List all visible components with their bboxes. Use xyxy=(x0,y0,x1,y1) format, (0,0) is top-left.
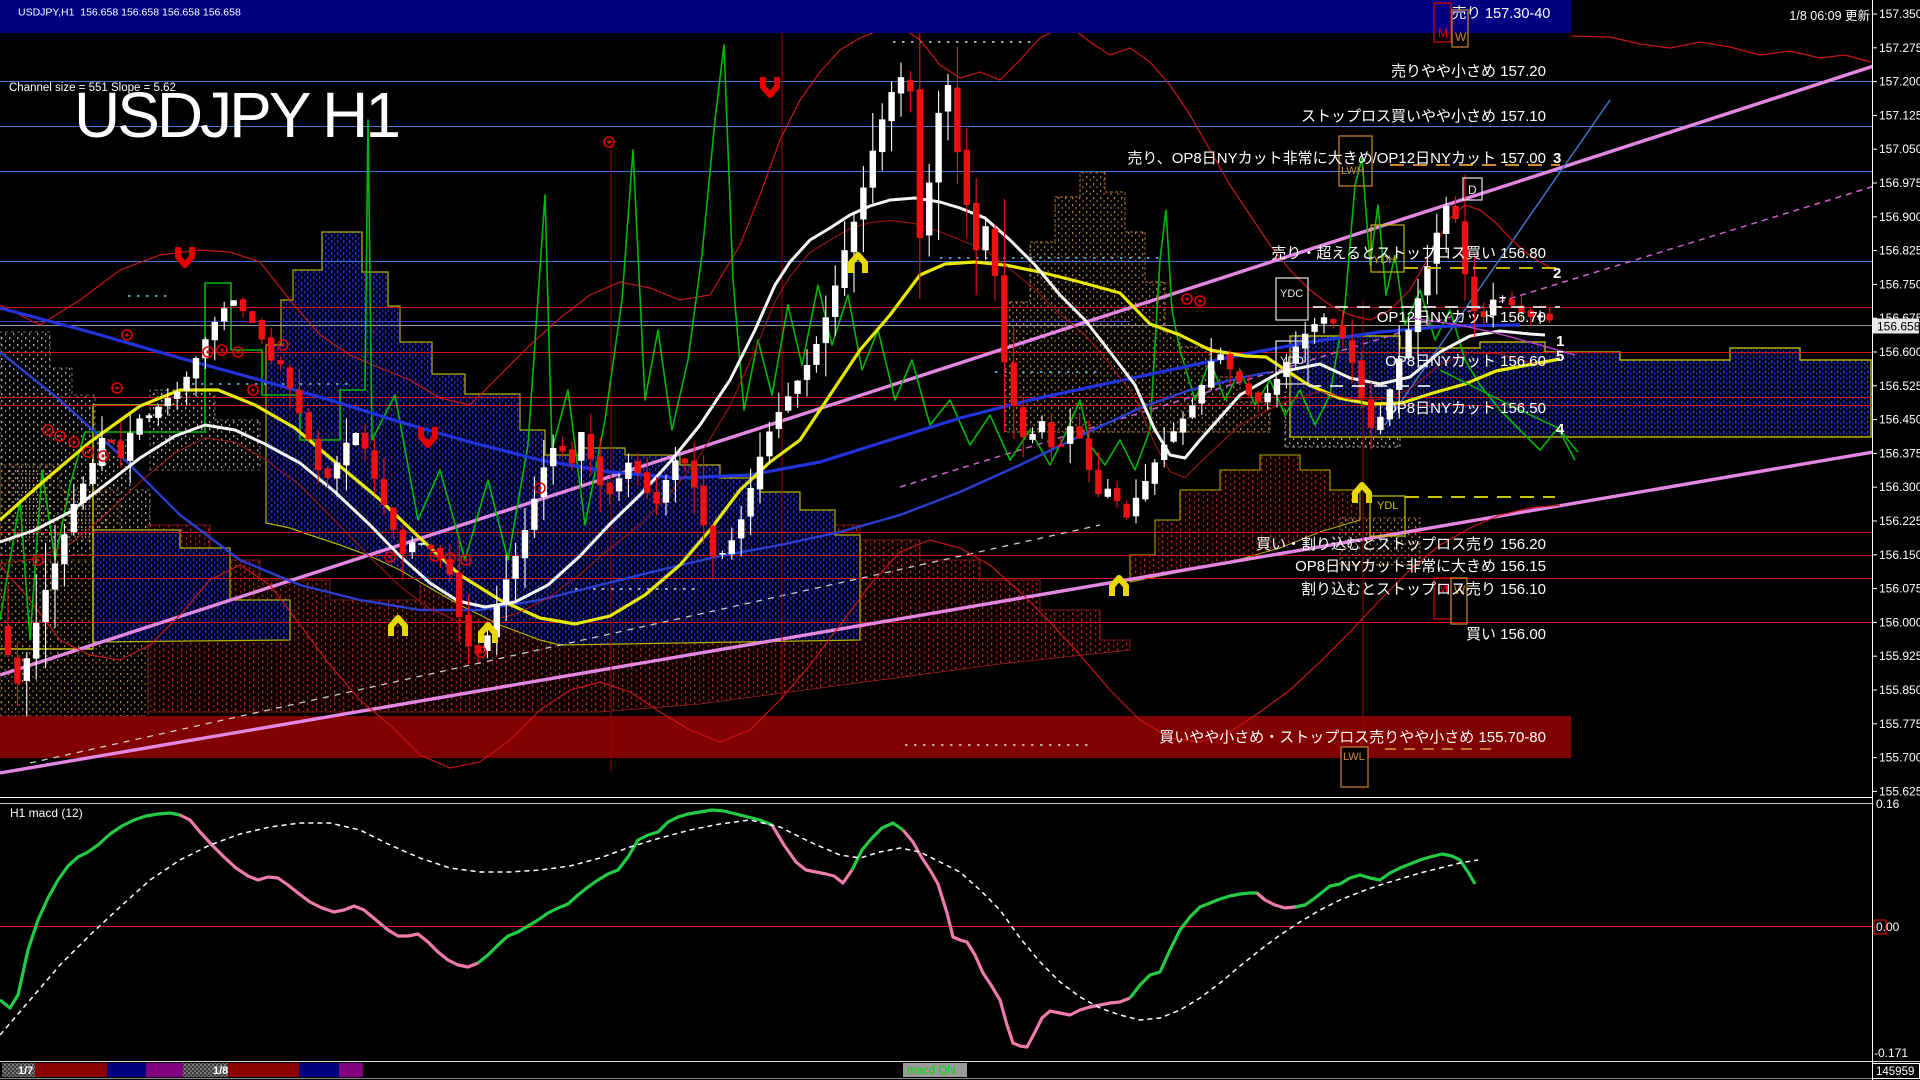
svg-text:1/7: 1/7 xyxy=(18,1065,33,1077)
svg-text:1/8 06:09 更新: 1/8 06:09 更新 xyxy=(1789,8,1870,23)
svg-text:157.275: 157.275 xyxy=(1879,41,1920,55)
svg-text:Channel size = 551 Slope = 5.6: Channel size = 551 Slope = 5.62 xyxy=(9,82,176,94)
svg-text:YDC: YDC xyxy=(1280,288,1303,300)
svg-text:157.350: 157.350 xyxy=(1879,7,1920,21)
svg-text:155.700: 155.700 xyxy=(1879,751,1920,765)
svg-text:YDO: YDO xyxy=(1280,355,1304,367)
svg-text:155.925: 155.925 xyxy=(1879,649,1920,663)
svg-text:157.125: 157.125 xyxy=(1879,108,1920,122)
svg-text:155.775: 155.775 xyxy=(1879,717,1920,731)
svg-text:3: 3 xyxy=(1553,150,1561,167)
svg-text:LWL: LWL xyxy=(1343,751,1365,763)
svg-text:M: M xyxy=(1438,26,1448,40)
svg-text:156.658: 156.658 xyxy=(1877,320,1920,334)
svg-text:155.850: 155.850 xyxy=(1879,683,1920,697)
svg-text:157.200: 157.200 xyxy=(1879,75,1920,89)
svg-text:OP8日NYカット非常に大きめ 156.15: OP8日NYカット非常に大きめ 156.15 xyxy=(1295,558,1546,575)
svg-text:H1 macd (12): H1 macd (12) xyxy=(10,806,83,820)
svg-text:4: 4 xyxy=(1556,421,1565,438)
svg-text:145959: 145959 xyxy=(1876,1066,1914,1078)
svg-text:2: 2 xyxy=(1553,265,1561,282)
svg-text:-0.171: -0.171 xyxy=(1874,1046,1908,1060)
svg-text:5: 5 xyxy=(1556,348,1564,365)
svg-text:D: D xyxy=(1468,183,1477,197)
svg-text:YDL: YDL xyxy=(1377,500,1398,512)
svg-text:売りやや小さめ 157.20: 売りやや小さめ 157.20 xyxy=(1391,63,1546,80)
svg-text:売り・超えるとストップロス買い 156.80: 売り・超えるとストップロス買い 156.80 xyxy=(1271,245,1546,262)
svg-text:0.16: 0.16 xyxy=(1876,797,1900,811)
svg-text:156.225: 156.225 xyxy=(1879,514,1920,528)
svg-text:買い・割り込むとストップロス売り 156.20: 買い・割り込むとストップロス売り 156.20 xyxy=(1256,536,1546,553)
svg-text:156.525: 156.525 xyxy=(1879,379,1920,393)
svg-text:ストップロス買いやや小さめ 157.10: ストップロス買いやや小さめ 157.10 xyxy=(1301,108,1546,125)
svg-text:売り 157.30-40: 売り 157.30-40 xyxy=(1452,5,1550,22)
svg-text:156.600: 156.600 xyxy=(1879,345,1920,359)
svg-text:156.450: 156.450 xyxy=(1879,413,1920,427)
svg-text:157.050: 157.050 xyxy=(1879,142,1920,156)
svg-text:156.150: 156.150 xyxy=(1879,548,1920,562)
svg-text:156.975: 156.975 xyxy=(1879,176,1920,190)
svg-text:W: W xyxy=(1455,30,1467,44)
svg-text:OP12日NYカット 156.70: OP12日NYカット 156.70 xyxy=(1377,309,1546,326)
svg-text:156.750: 156.750 xyxy=(1879,277,1920,291)
svg-text:1/8: 1/8 xyxy=(213,1065,228,1077)
svg-text:USDJPY,H1 156.658 156.658 156: USDJPY,H1 156.658 156.658 156.658 156.65… xyxy=(18,7,241,19)
svg-text:156.900: 156.900 xyxy=(1879,210,1920,224)
svg-text:156.000: 156.000 xyxy=(1879,615,1920,629)
svg-text:156.300: 156.300 xyxy=(1879,480,1920,494)
svg-text:156.825: 156.825 xyxy=(1879,244,1920,258)
svg-text:売り、OP8日NYカット非常に大きめ/OP12日NYカット: 売り、OP8日NYカット非常に大きめ/OP12日NYカット 157.00 xyxy=(1127,150,1546,167)
svg-text:156.375: 156.375 xyxy=(1879,446,1920,460)
svg-text:OP8日NYカット 156.60: OP8日NYカット 156.60 xyxy=(1385,353,1546,370)
svg-text:macd ON: macd ON xyxy=(907,1065,956,1077)
svg-text:買いやや小さめ・ストップロス売りやや小さめ 155.70-8: 買いやや小さめ・ストップロス売りやや小さめ 155.70-80 xyxy=(1159,729,1546,746)
svg-text:OP8日NYカット 156.50: OP8日NYカット 156.50 xyxy=(1385,400,1546,417)
svg-text:買い 156.00: 買い 156.00 xyxy=(1466,626,1546,643)
svg-text:156.075: 156.075 xyxy=(1879,582,1920,596)
svg-text:0.00: 0.00 xyxy=(1876,920,1900,934)
svg-text:割り込むとストップロス売り 156.10: 割り込むとストップロス売り 156.10 xyxy=(1301,581,1546,598)
